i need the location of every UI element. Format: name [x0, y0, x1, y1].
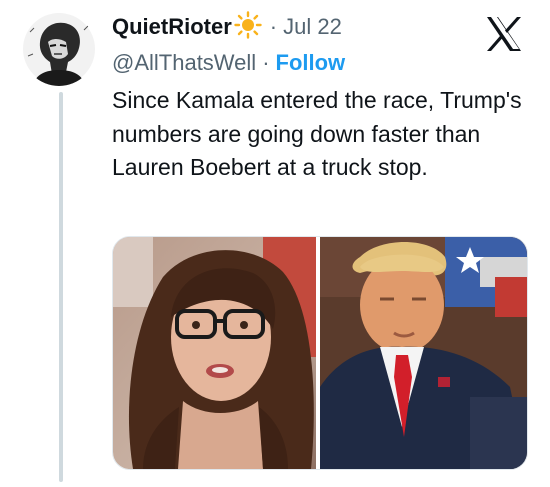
x-logo-icon[interactable]: [484, 14, 524, 54]
separator-dot: ·: [262, 50, 270, 75]
woman-with-glasses-photo: [113, 237, 316, 469]
sun-emoji-icon: [234, 10, 262, 44]
thread-line: [59, 92, 63, 482]
tweet-text: Since Kamala entered the race, Trump's n…: [112, 87, 522, 180]
user-handle[interactable]: @AllThatsWell: [112, 50, 256, 76]
tweet-header-name-row: QuietRioter · Jul 22: [112, 10, 342, 44]
display-name[interactable]: QuietRioter: [112, 14, 232, 40]
media-grid: [112, 236, 528, 470]
separator-dot: ·: [269, 14, 278, 39]
avatar-sketch-icon: [22, 12, 96, 86]
man-in-suit-red-tie-photo: [320, 237, 527, 469]
media-photo-left[interactable]: [113, 237, 316, 469]
media-photo-right[interactable]: [320, 237, 527, 469]
tweet-date[interactable]: Jul 22: [283, 14, 342, 40]
avatar[interactable]: [22, 12, 96, 86]
tweet-header-handle-row: @AllThatsWell · Follow: [112, 48, 345, 78]
follow-button[interactable]: Follow: [276, 50, 346, 76]
tweet-card: QuietRioter · Jul 22 @AllThatsWell · Fol…: [0, 0, 550, 487]
